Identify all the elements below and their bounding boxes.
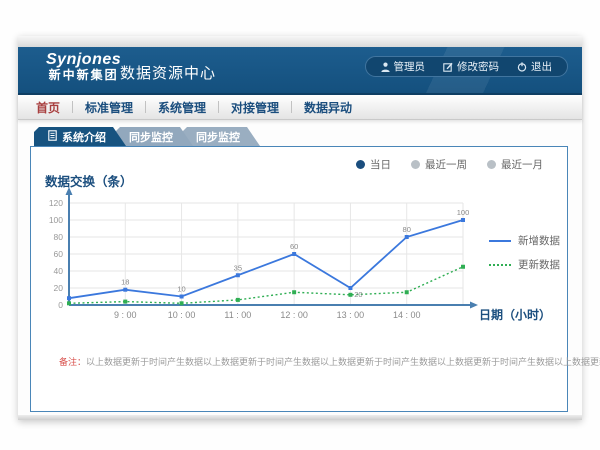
nav-item-4[interactable]: 数据异动 — [292, 99, 364, 116]
x-axis-title: 日期（小时） — [479, 306, 551, 323]
nav-item-3[interactable]: 对接管理 — [219, 99, 291, 116]
point-label: 20 — [354, 290, 362, 299]
chart-legend: 新增数据更新数据 — [489, 233, 560, 272]
radio-label: 当日 — [370, 157, 391, 172]
data-point[interactable] — [123, 288, 127, 292]
radio-option-2[interactable]: 最近一月 — [487, 157, 543, 172]
data-point[interactable] — [123, 300, 127, 304]
footnote-text: 以上数据更新于时间产生数据以上数据更新于时间产生数据以上数据更新于时间产生数据以… — [86, 357, 600, 367]
tab-label: 同步监控 — [196, 129, 240, 145]
legend-item-0: 新增数据 — [489, 233, 560, 248]
time-range-filter: 当日 最近一周 最近一月 — [356, 157, 543, 172]
edit-icon — [443, 62, 453, 72]
footnote: 备注：以上数据更新于时间产生数据以上数据更新于时间产生数据以上数据更新于时间产生… — [59, 355, 600, 368]
legend-label: 新增数据 — [518, 233, 560, 248]
page: Synjones 新中新集团 数据资源中心 管理员修改密码退出 首页标准管理系统… — [0, 0, 600, 450]
data-point[interactable] — [236, 298, 240, 302]
y-tick-label: 20 — [54, 283, 64, 293]
app-top-strip — [18, 36, 582, 47]
legend-swatch — [489, 264, 511, 266]
y-axis-arrow-icon — [66, 187, 73, 195]
data-point[interactable] — [461, 265, 465, 269]
user-menu: 管理员 修改密码 退出 — [365, 56, 569, 77]
data-point[interactable] — [67, 296, 71, 300]
doc-icon — [48, 130, 57, 144]
radio-icon — [487, 160, 496, 169]
y-tick-label: 0 — [58, 300, 63, 310]
point-label: 18 — [121, 278, 129, 287]
y-tick-label: 60 — [54, 249, 64, 259]
point-label: 10 — [177, 285, 185, 294]
legend-item-1: 更新数据 — [489, 257, 560, 272]
radio-label: 最近一周 — [425, 157, 467, 172]
point-label: 60 — [290, 242, 298, 251]
footnote-label: 备注： — [59, 357, 86, 367]
x-axis-arrow-icon — [470, 302, 478, 309]
page-title: 数据资源中心 — [120, 62, 216, 83]
logo-en-text: Synjones — [46, 51, 121, 69]
user-menu-item-0[interactable]: 管理员 — [372, 59, 435, 74]
app-header: Synjones 新中新集团 数据资源中心 管理员 修改密码 退出 — [18, 47, 582, 93]
y-tick-label: 120 — [49, 198, 63, 208]
nav-item-1[interactable]: 标准管理 — [73, 99, 145, 116]
data-point[interactable] — [236, 273, 240, 277]
x-tick-label: 9 : 00 — [114, 310, 137, 320]
tab-bar: 系统介绍 同步监控 同步监控 — [34, 127, 249, 146]
data-point[interactable] — [180, 301, 184, 305]
user-menu-item-2[interactable]: 退出 — [508, 59, 561, 74]
x-tick-label: 14 : 00 — [393, 310, 421, 320]
radio-option-0[interactable]: 当日 — [356, 157, 391, 172]
y-tick-label: 100 — [49, 215, 63, 225]
radio-icon — [356, 160, 365, 169]
nav-item-2[interactable]: 系统管理 — [146, 99, 218, 116]
chart-panel: 当日最近一周最近一月 数据交换（条） 0204060801001209 : 00… — [30, 146, 568, 412]
user-menu-label: 退出 — [531, 59, 552, 74]
data-point[interactable] — [180, 295, 184, 299]
legend-label: 更新数据 — [518, 257, 560, 272]
radio-label: 最近一月 — [501, 157, 543, 172]
y-tick-label: 40 — [54, 266, 64, 276]
data-point[interactable] — [348, 293, 352, 297]
tab-label: 同步监控 — [129, 129, 173, 145]
x-tick-label: 10 : 00 — [168, 310, 196, 320]
app-bottom-strip — [18, 415, 582, 420]
tab-label: 系统介绍 — [62, 129, 106, 145]
nav-item-0[interactable]: 首页 — [24, 99, 72, 116]
radio-option-1[interactable]: 最近一周 — [411, 157, 467, 172]
legend-swatch — [489, 240, 511, 242]
user-menu-item-1[interactable]: 修改密码 — [434, 59, 508, 74]
tab-1[interactable]: 同步监控 — [115, 127, 193, 146]
data-point[interactable] — [292, 290, 296, 294]
y-tick-label: 80 — [54, 232, 64, 242]
data-point[interactable] — [405, 290, 409, 294]
power-icon — [517, 62, 527, 72]
point-label: 80 — [403, 225, 411, 234]
user-menu-label: 修改密码 — [457, 59, 499, 74]
user-menu-label: 管理员 — [394, 59, 426, 74]
x-tick-label: 11 : 00 — [224, 310, 251, 320]
data-point[interactable] — [348, 286, 352, 290]
x-tick-label: 12 : 00 — [280, 310, 308, 320]
content-area: 系统介绍同步监控同步监控 当日最近一周最近一月 数据交换（条） 02040608… — [18, 120, 582, 415]
radio-icon — [411, 160, 420, 169]
main-nav: 首页标准管理系统管理对接管理数据异动 — [18, 93, 582, 120]
data-point[interactable] — [461, 218, 465, 222]
x-tick-label: 13 : 00 — [337, 310, 365, 320]
point-label: 35 — [234, 263, 242, 272]
app-window: Synjones 新中新集团 数据资源中心 管理员修改密码退出 首页标准管理系统… — [18, 36, 582, 420]
tab-0[interactable]: 系统介绍 — [34, 127, 126, 146]
data-point[interactable] — [292, 252, 296, 256]
point-label: 100 — [457, 208, 470, 217]
company-logo: Synjones 新中新集团 — [46, 51, 121, 82]
logo-cn-text: 新中新集团 — [46, 69, 121, 82]
data-point[interactable] — [67, 301, 71, 305]
data-point[interactable] — [405, 235, 409, 239]
tab-2[interactable]: 同步监控 — [182, 127, 260, 146]
user-icon — [381, 62, 390, 72]
